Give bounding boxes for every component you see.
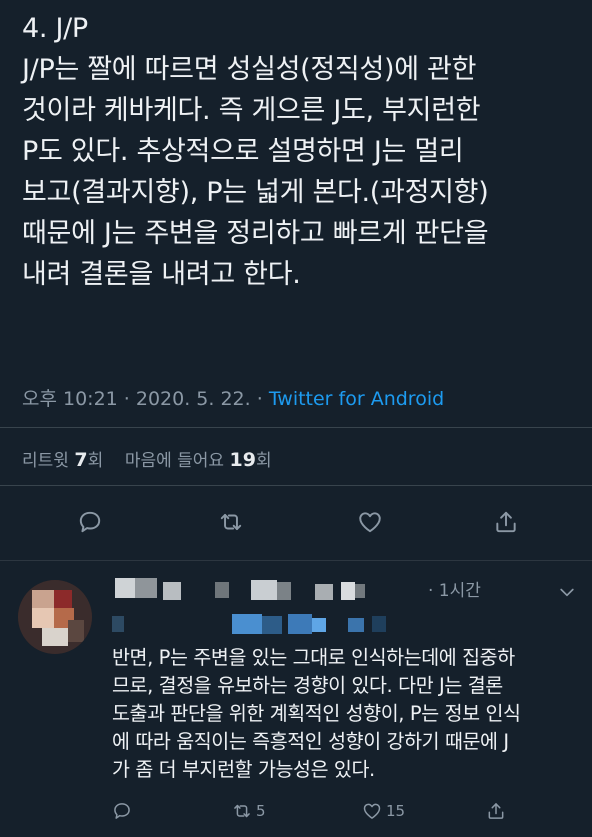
retweet-label: 리트윗 — [22, 451, 75, 471]
like-button[interactable] — [350, 500, 390, 544]
retweet-button[interactable] — [211, 500, 251, 544]
reply-share-button[interactable] — [486, 796, 510, 826]
divider — [0, 485, 592, 486]
share-icon — [488, 803, 504, 819]
like-label: 마음에 들어요 — [124, 451, 230, 471]
tweet-line: J/P는 짤에 따르면 성실성(정직성)에 관한 — [22, 54, 477, 85]
heart-icon — [359, 512, 381, 533]
tweet-meta: 오후 10:21 · 2020. 5. 22. · Twitter for An… — [22, 384, 444, 411]
blurred-display-name[interactable] — [115, 576, 427, 602]
avatar[interactable] — [18, 580, 92, 654]
retweet-count: 7 — [74, 449, 88, 471]
tweet-line: 보고(결과지향), P는 넓게 본다.(과정지향) — [22, 177, 489, 208]
reply-line: 므로, 결정을 유보하는 경향이 있다. 다만 J는 결론 — [112, 674, 503, 697]
reply-actions: 5 15 — [0, 796, 592, 826]
heart-icon — [363, 803, 381, 819]
like-count: 19 — [229, 449, 256, 471]
like-unit: 회 — [255, 451, 272, 471]
tweet-text: 4. J/P J/P는 짤에 따르면 성실성(정직성)에 관한 것이라 케바케다… — [22, 8, 582, 295]
reply-icon — [114, 803, 130, 819]
reply-retweet-button[interactable]: 5 — [232, 796, 266, 826]
reply-line: 도출과 판단을 위한 계획적인 성향이, P는 정보 인식 — [112, 702, 521, 725]
like-stat[interactable]: 마음에 들어요 19회 — [124, 449, 272, 471]
retweet-unit: 회 — [87, 451, 104, 471]
reply-text: 반면, P는 주변을 있는 그대로 인식하는데에 집중하 므로, 결정을 유보하… — [112, 644, 582, 784]
reply-line: 에 따라 움직이는 즉흥적인 성향이 강하기 때문에 J — [112, 730, 509, 753]
tweet-stats: 리트윗 7회 마음에 들어요 19회 — [22, 446, 272, 471]
reply-icon — [79, 511, 101, 533]
reply-time[interactable]: · 1시간 — [428, 576, 481, 601]
reply-line: 반면, P는 주변을 있는 그대로 인식하는데에 집중하 — [112, 646, 515, 669]
reply-button[interactable] — [70, 500, 110, 544]
share-icon — [496, 511, 516, 533]
divider — [0, 560, 592, 561]
share-button[interactable] — [486, 500, 526, 544]
reply-line: 가 좀 더 부지런할 가능성은 있다. — [112, 758, 375, 781]
tweet-line: 내려 결론을 내려고 한다. — [22, 259, 301, 290]
tweet-line: 4. J/P — [22, 13, 88, 44]
retweet-stat[interactable]: 리트윗 7회 — [22, 449, 104, 471]
reply-retweet-count: 5 — [256, 802, 266, 820]
retweet-icon — [234, 804, 250, 818]
blurred-handle — [112, 612, 402, 636]
tweet-line: 것이라 케바케다. 즉 게으른 J도, 부지런한 — [22, 95, 481, 126]
retweet-icon — [220, 513, 242, 531]
tweet-source-link[interactable]: Twitter for Android — [269, 388, 444, 410]
reply-like-button[interactable]: 15 — [362, 796, 405, 826]
divider — [0, 427, 592, 428]
reply-reply-button[interactable] — [112, 796, 136, 826]
tweet-line: 때문에 J는 주변을 정리하고 빠르게 판단을 — [22, 218, 489, 249]
reply-like-count: 15 — [386, 802, 406, 820]
tweet-line: P도 있다. 추상적으로 설명하면 J는 멀리 — [22, 136, 464, 167]
chevron-down-icon[interactable] — [557, 582, 577, 602]
tweet-actions — [0, 500, 592, 544]
tweet-timestamp[interactable]: 오후 10:21 · 2020. 5. 22. · — [22, 388, 269, 410]
